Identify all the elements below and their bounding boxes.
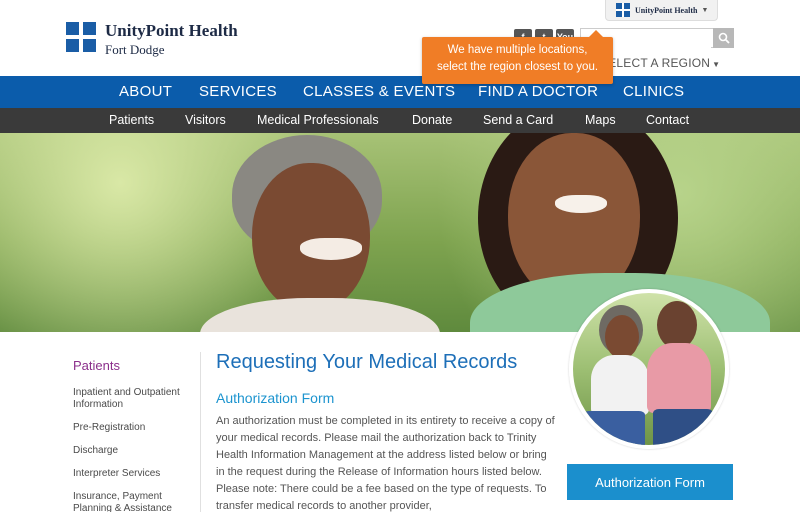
main-content: Requesting Your Medical Records Authoriz…	[216, 351, 556, 512]
search-icon	[718, 32, 730, 44]
subnav-patients[interactable]: Patients	[109, 108, 154, 133]
sidebar-divider	[200, 352, 201, 512]
site-header: UnityPoint Health Fort Dodge UnityPoint …	[0, 0, 800, 76]
couple-photo	[569, 289, 729, 449]
chevron-down-icon: ▼	[701, 6, 709, 14]
audience-navigation: Patients Visitors Medical Professionals …	[0, 108, 800, 133]
nav-about[interactable]: ABOUT	[119, 76, 172, 108]
sidebar-heading[interactable]: Patients	[73, 358, 191, 373]
subnav-donate[interactable]: Donate	[412, 108, 452, 133]
region-selector[interactable]: SELECT A REGION ▼	[600, 56, 720, 70]
sidebar-item-pre-registration[interactable]: Pre-Registration	[73, 422, 191, 434]
sidebar-item-interpreter-services[interactable]: Interpreter Services	[73, 468, 191, 480]
main-navigation: ABOUT SERVICES CLASSES & EVENTS FIND A D…	[0, 76, 800, 108]
sidebar-item-inpatient-outpatient[interactable]: Inpatient and Outpatient Information	[73, 387, 191, 411]
section-sidebar: Patients Inpatient and Outpatient Inform…	[73, 358, 191, 512]
sidebar-item-insurance-payment[interactable]: Insurance, Payment Planning & Assistance	[73, 491, 191, 512]
logo-cross-icon	[616, 3, 630, 17]
region-selector-label: SELECT A REGION	[600, 56, 711, 70]
logo-location: Fort Dodge	[105, 42, 165, 57]
search-button[interactable]	[713, 28, 734, 48]
system-dropdown[interactable]: UnityPoint Health ▼	[605, 0, 718, 21]
body-text: An authorization must be completed in it…	[216, 415, 555, 512]
authorization-form-button[interactable]: Authorization Form	[567, 464, 733, 500]
subnav-send-a-card[interactable]: Send a Card	[483, 108, 553, 133]
sidebar-item-discharge[interactable]: Discharge	[73, 445, 191, 457]
site-logo[interactable]: UnityPoint Health Fort Dodge	[66, 22, 238, 56]
chevron-down-icon: ▼	[712, 60, 721, 69]
page-title: Requesting Your Medical Records	[216, 351, 518, 373]
logo-cross-icon	[66, 22, 96, 52]
system-dropdown-label: UnityPoint Health	[635, 5, 698, 15]
section-heading: Authorization Form	[216, 390, 335, 406]
region-tooltip: We have multiple locations, select the r…	[422, 30, 613, 84]
logo-name: UnityPoint Health	[105, 21, 238, 40]
nav-clinics[interactable]: CLINICS	[623, 76, 684, 108]
subnav-visitors[interactable]: Visitors	[185, 108, 226, 133]
nav-services[interactable]: SERVICES	[199, 76, 277, 108]
subnav-medical-professionals[interactable]: Medical Professionals	[257, 108, 379, 133]
subnav-contact[interactable]: Contact	[646, 108, 689, 133]
subnav-maps[interactable]: Maps	[585, 108, 616, 133]
